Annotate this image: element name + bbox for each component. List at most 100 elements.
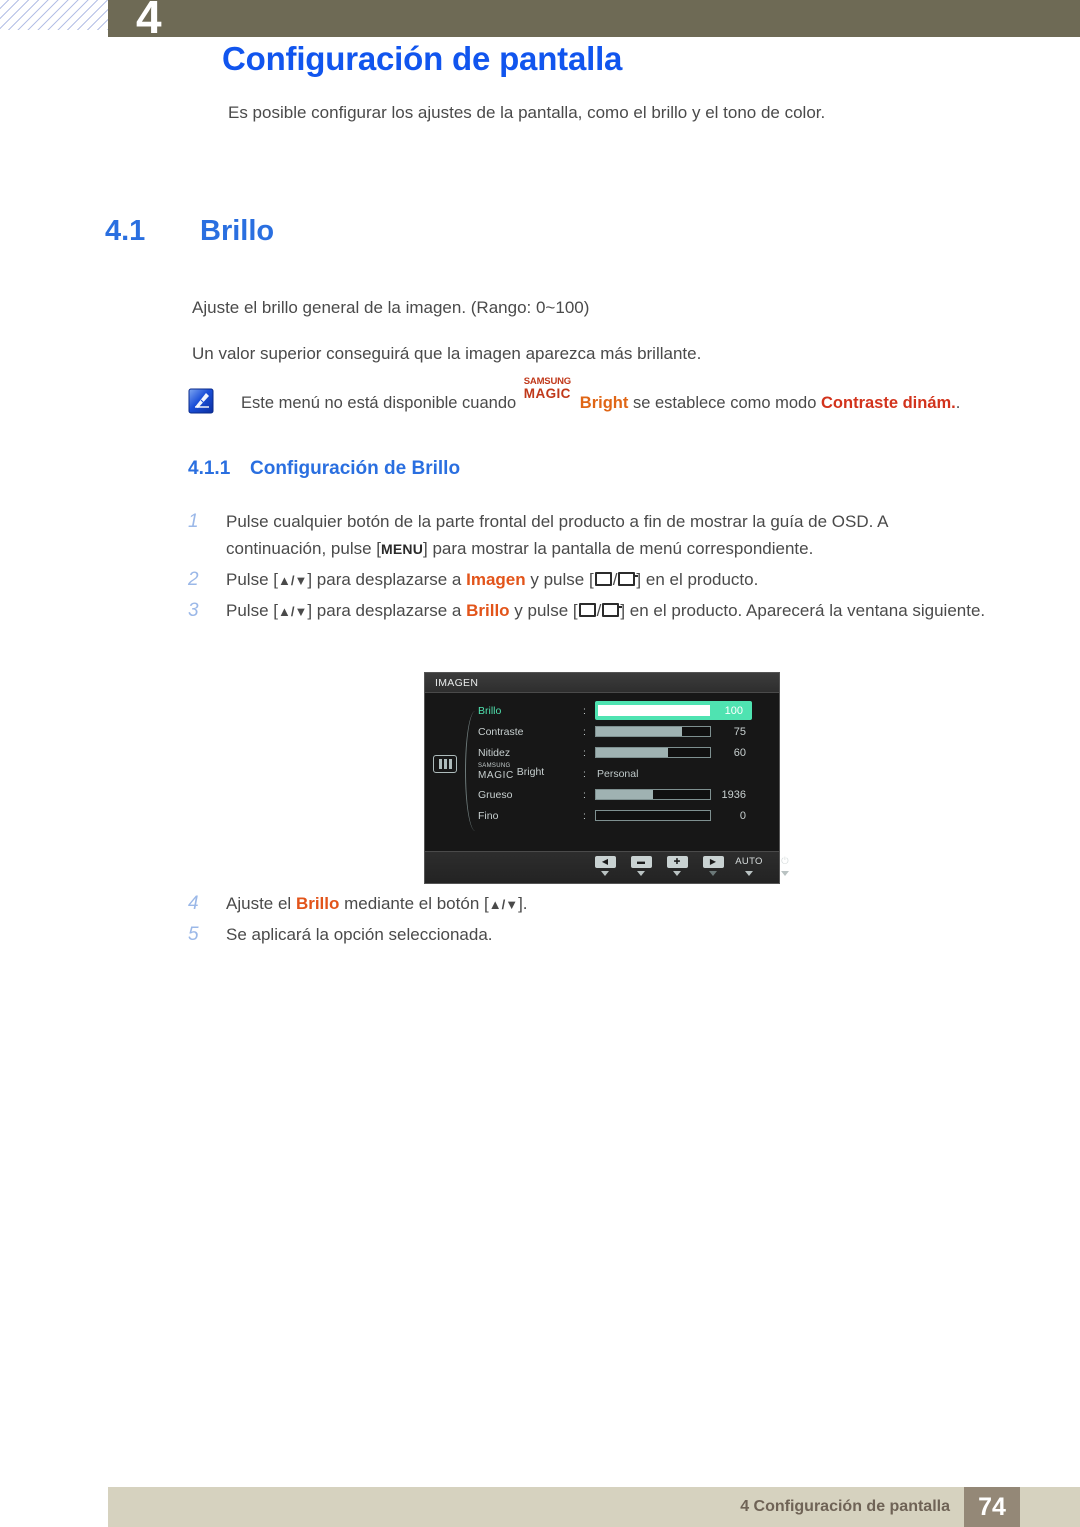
- note-text-after: .: [955, 394, 961, 412]
- osd-button-auto-glyph: AUTO: [735, 856, 763, 868]
- step-text: Pulse [▲/▼] para desplazarse a Brillo y …: [226, 601, 986, 620]
- osd-row-colon: :: [583, 767, 586, 780]
- step-number: 5: [188, 924, 199, 945]
- osd-menu-screenshot: IMAGEN Brillo: 100 Contraste: 75 Nitidez: 60 S…: [424, 672, 789, 884]
- menu-term-highlight: Brillo: [466, 601, 510, 620]
- osd-slider-value: 100: [724, 704, 743, 717]
- osd-button-auto-indicator: [745, 871, 753, 876]
- step-text: Pulse cualquier botón de la parte fronta…: [226, 512, 888, 558]
- step-text: Pulse [▲/▼] para desplazarse a Imagen y …: [226, 570, 759, 589]
- osd-button-minus-glyph: ▬: [630, 856, 652, 868]
- osd-slider-value: 60: [733, 746, 746, 759]
- osd-row-colon: :: [583, 725, 586, 738]
- menu-term-highlight: Brillo: [295, 894, 340, 913]
- note-text-middle: se establece como modo: [632, 394, 817, 412]
- step-number: 4: [188, 893, 199, 914]
- osd-button-auto[interactable]: AUTO: [731, 856, 767, 876]
- osd-magic-logo-top: SAMSUNG: [478, 763, 511, 769]
- osd-row[interactable]: Grueso: 1936: [473, 784, 775, 805]
- osd-row[interactable]: Brillo: 100: [473, 700, 775, 721]
- up-down-arrow-icon: ▲/▼: [277, 573, 308, 588]
- osd-button-left-indicator: [601, 871, 609, 876]
- osd-slider[interactable]: [595, 789, 711, 800]
- section-title: Brillo: [200, 215, 275, 247]
- osd-row-label: Nitidez: [478, 746, 511, 759]
- osd-row-colon: :: [583, 746, 586, 759]
- osd-row-label: Brillo: [478, 704, 502, 717]
- note-highlight: Contraste dinám.: [821, 394, 956, 412]
- subsection-title: Configuración de Brillo: [250, 458, 461, 479]
- section-paragraph-1: Ajuste el brillo general de la imagen. (…: [192, 298, 590, 317]
- page-footer: 4 Configuración de pantalla 74: [108, 1487, 1080, 1527]
- footer-text: 4 Configuración de pantalla: [740, 1498, 950, 1515]
- step-item: 5 Se aplicará la opción seleccionada.: [188, 921, 988, 948]
- osd-row-label: SAMSUNGMAGICMAGICBright: [473, 763, 583, 781]
- osd-footer: ◀ ▬ ✚ ▶ AUTO ⏻: [425, 851, 789, 883]
- step-item: 2 Pulse [▲/▼] para desplazarse a Imagen y…: [188, 566, 988, 594]
- osd-magic-bright-suffix: Bright: [516, 766, 545, 778]
- osd-button-right[interactable]: ▶: [695, 856, 731, 876]
- up-down-arrow-icon: ▲/▼: [277, 604, 308, 619]
- steps-list-top: 1 Pulse cualquier botón de la parte front…: [188, 508, 988, 628]
- osd-button-left[interactable]: ◀: [587, 856, 623, 876]
- osd-selected-highlight: 100: [595, 701, 752, 720]
- samsung-magic-logo: SAMSUNG MAGIC: [524, 377, 580, 408]
- source-box-icon: [594, 572, 612, 586]
- page-header: 4: [0, 0, 1080, 37]
- osd-button-power[interactable]: ⏻: [767, 856, 803, 876]
- osd-slider[interactable]: [595, 726, 711, 737]
- osd-slider-value: 0: [739, 809, 746, 822]
- step-text: Se aplicará la opción seleccionada.: [226, 925, 493, 944]
- osd-magic-logo-bottom: MAGIC: [478, 770, 514, 781]
- osd-slider[interactable]: [595, 747, 711, 758]
- hatch-decoration: [0, 0, 108, 30]
- osd-slider-fill: [596, 790, 653, 799]
- chapter-number: 4: [136, 0, 162, 37]
- enter-return-icon: [618, 572, 639, 586]
- steps-list-bottom: 4 Ajuste el Brillo mediante el botón [▲/▼…: [188, 890, 988, 951]
- step-item: 4 Ajuste el Brillo mediante el botón [▲/▼…: [188, 890, 988, 918]
- osd-button-plus-indicator: [673, 871, 681, 876]
- osd-slider-fill: [598, 705, 710, 716]
- osd-row[interactable]: SAMSUNGMAGICMAGICBright: Personal: [473, 763, 775, 784]
- osd-slider-fill: [596, 748, 668, 757]
- osd-button-plus-glyph: ✚: [666, 856, 688, 868]
- page-title: Configuración de pantalla: [222, 40, 623, 77]
- osd-button-minus[interactable]: ▬: [623, 856, 659, 876]
- osd-slider-fill: [596, 727, 682, 736]
- subsection-number: 4.1.1: [188, 458, 231, 479]
- note-text-before: Este menú no está disponible cuando: [241, 394, 517, 412]
- step-item: 3 Pulse [▲/▼] para desplazarse a Brillo y…: [188, 597, 988, 625]
- osd-row-colon: :: [583, 788, 586, 801]
- picture-bars-icon: [433, 755, 457, 773]
- osd-row-label: Contraste: [478, 725, 524, 738]
- up-down-arrow-icon: ▲/▼: [488, 897, 519, 912]
- osd-row[interactable]: Nitidez: 60: [473, 742, 775, 763]
- enter-return-icon: [602, 603, 623, 617]
- step-number: 3: [188, 600, 199, 621]
- note-bright-word: Bright: [579, 394, 629, 412]
- osd-row-label: Fino: [478, 809, 499, 822]
- osd-row[interactable]: Fino: 0: [473, 805, 775, 826]
- menu-key-label: MENU: [381, 541, 424, 557]
- osd-button-right-indicator: [709, 871, 717, 876]
- menu-term-highlight: Imagen: [466, 570, 526, 589]
- footer-page-number: 74: [964, 1487, 1020, 1527]
- header-olive-bar: [108, 0, 1080, 37]
- osd-slider[interactable]: [595, 810, 711, 821]
- osd-button-plus[interactable]: ✚: [659, 856, 695, 876]
- osd-button-left-glyph: ◀: [594, 856, 616, 868]
- section-heading: 4.1 Brillo: [105, 215, 274, 248]
- note-pen-icon: [188, 388, 214, 414]
- osd-button-power-indicator: [781, 871, 789, 876]
- osd-button-right-glyph: ▶: [702, 856, 724, 868]
- osd-slider-value: 75: [733, 725, 746, 738]
- osd-button-minus-indicator: [637, 871, 645, 876]
- step-item: 1 Pulse cualquier botón de la parte front…: [188, 508, 988, 563]
- section-paragraph-2: Un valor superior conseguirá que la imag…: [192, 344, 702, 363]
- osd-title: IMAGEN: [425, 673, 779, 693]
- osd-slider[interactable]: [598, 705, 710, 716]
- note-row: Este menú no está disponible cuando SAMS…: [188, 377, 988, 416]
- osd-row[interactable]: Contraste: 75: [473, 721, 775, 742]
- section-number: 4.1: [105, 215, 146, 247]
